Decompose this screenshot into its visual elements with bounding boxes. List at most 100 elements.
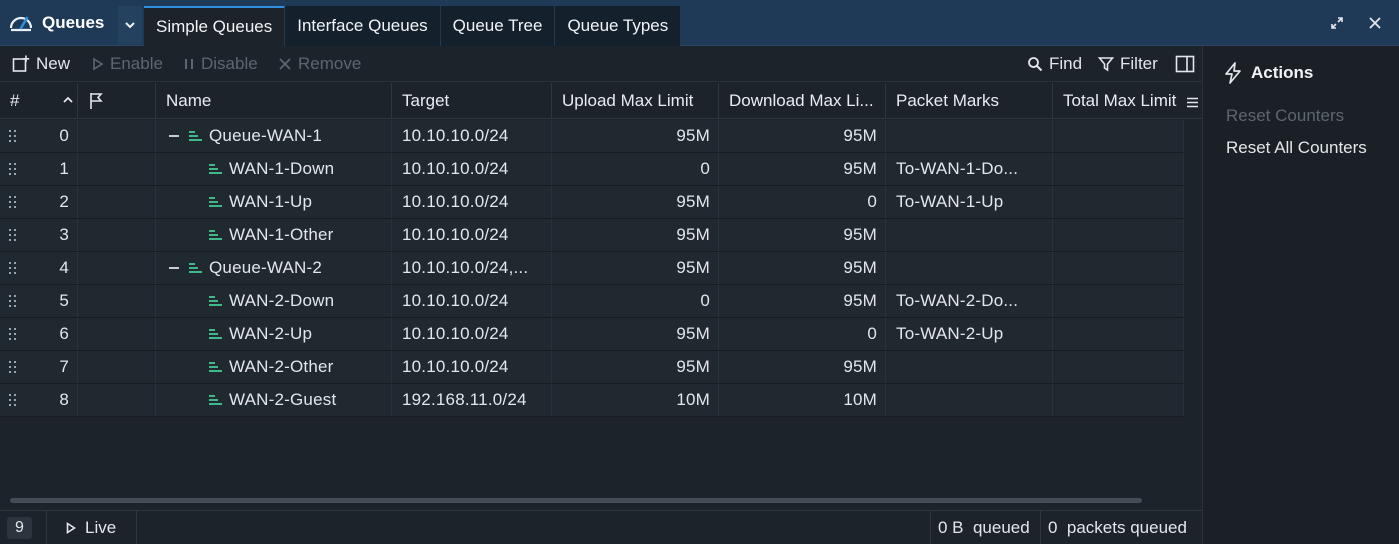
reset-all-counters-action[interactable]: Reset All Counters [1226,138,1367,158]
remove-button[interactable]: Remove [278,46,361,82]
packets-queued-text: 0 packets queued [1048,518,1187,537]
cell-flags [78,318,156,350]
cell-number: 8 [0,384,78,416]
cell-name: WAN-2-Down [156,285,392,317]
cell-target: 10.10.10.0/24 [392,219,552,251]
tab-simple-queues[interactable]: Simple Queues [144,6,286,46]
filter-button[interactable]: Filter [1098,46,1158,82]
queue-name: WAN-1-Down [229,159,335,178]
cell-upload-max-limit: 95M [552,219,719,251]
status-divider [1040,511,1041,544]
enable-button-label: Enable [110,54,163,73]
reset-counters-action[interactable]: Reset Counters [1226,106,1344,126]
queue-icon [189,130,202,142]
cell-packet-marks [886,351,1053,383]
restore-window-icon[interactable] [1328,14,1346,32]
cell-download-max-limit: 95M [719,153,886,185]
table-row[interactable]: 8 WAN-2-Guest 192.168.11.0/24 10M 10M [0,384,1184,417]
cell-number: 5 [0,285,78,317]
cell-name: WAN-1-Down [156,153,392,185]
cell-upload-max-limit: 95M [552,318,719,350]
column-menu-icon[interactable] [1186,94,1199,108]
table-row[interactable]: 1 WAN-1-Down 10.10.10.0/24 0 95M To-WAN-1-Do.… [0,153,1184,186]
collapse-icon[interactable] [169,135,179,137]
cell-flags [78,186,156,218]
column-header-number[interactable]: # [0,83,78,119]
close-icon[interactable] [1366,14,1384,32]
cell-flags [78,351,156,383]
collapse-icon[interactable] [169,267,179,269]
remove-button-label: Remove [298,54,362,73]
cell-total-max-limit [1053,252,1184,284]
cell-flags [78,219,156,251]
cell-packet-marks [886,120,1053,152]
column-header-packet-marks[interactable]: Packet Marks [886,83,1053,119]
menu-dropdown-button[interactable] [118,6,142,44]
disable-button[interactable]: Disable [183,46,258,82]
column-header-target[interactable]: Target [392,83,552,119]
column-header-name[interactable]: Name [156,83,392,119]
queue-name: Queue-WAN-2 [209,258,323,277]
cell-flags [78,384,156,416]
enable-button[interactable]: Enable [92,46,163,82]
item-count-badge: 9 [7,517,32,539]
column-header-total-max-limit[interactable]: Total Max Limit [1053,83,1185,119]
lightning-icon [1225,62,1241,84]
new-button-label: New [36,54,71,73]
cell-upload-max-limit: 0 [552,285,719,317]
cell-download-max-limit: 0 [719,318,886,350]
cell-number: 3 [0,219,78,251]
table-row[interactable]: 2 WAN-1-Up 10.10.10.0/24 95M 0 To-WAN-1-Up [0,186,1184,219]
column-header-download-max-limit[interactable]: Download Max Li... [719,83,886,119]
horizontal-scrollbar[interactable] [10,498,1142,503]
cell-packet-marks [886,252,1053,284]
tab-queue-tree[interactable]: Queue Tree [440,6,556,46]
filter-icon [1098,57,1114,72]
cell-target: 10.10.10.0/24 [392,120,552,152]
live-button[interactable]: Live [66,511,116,544]
cell-upload-max-limit: 95M [552,120,719,152]
queue-name: WAN-2-Up [229,324,313,343]
chevron-down-icon [125,22,135,29]
cell-total-max-limit [1053,384,1184,416]
cell-packet-marks [886,219,1053,251]
find-button[interactable]: Find [1027,46,1082,82]
cell-download-max-limit: 0 [719,186,886,218]
cell-total-max-limit [1053,351,1184,383]
x-icon [279,58,291,70]
cell-target: 10.10.10.0/24 [392,153,552,185]
table-row[interactable]: 5 WAN-2-Down 10.10.10.0/24 0 95M To-WAN-2-Do.… [0,285,1184,318]
queue-icon [189,262,202,274]
disable-button-label: Disable [201,54,258,73]
cell-number: 7 [0,351,78,383]
cell-name: WAN-2-Guest [156,384,392,416]
table-row[interactable]: 4 Queue-WAN-2 10.10.10.0/24,... 95M 95M [0,252,1184,285]
table-row[interactable]: 3 WAN-1-Other 10.10.10.0/24 95M 95M [0,219,1184,252]
queue-name: WAN-2-Other [229,357,334,376]
queue-icon [209,163,222,175]
cell-target: 10.10.10.0/24 [392,318,552,350]
column-header-flags[interactable] [78,83,156,119]
tab-interface-queues[interactable]: Interface Queues [285,6,441,46]
queue-name: Queue-WAN-1 [209,126,323,145]
table-row[interactable]: 6 WAN-2-Up 10.10.10.0/24 95M 0 To-WAN-2-Up [0,318,1184,351]
cell-name: Queue-WAN-1 [156,120,392,152]
cell-download-max-limit: 95M [719,351,886,383]
cell-number: 2 [0,186,78,218]
cell-packet-marks: To-WAN-2-Up [886,318,1053,350]
cell-total-max-limit [1053,285,1184,317]
toggle-sidebar-button[interactable] [1175,46,1195,82]
new-button[interactable]: New [12,46,70,82]
cell-name: WAN-1-Other [156,219,392,251]
table-row[interactable]: 7 WAN-2-Other 10.10.10.0/24 95M 95M [0,351,1184,384]
cell-flags [78,252,156,284]
queue-name: WAN-2-Down [229,291,335,310]
cell-number: 0 [0,120,78,152]
cell-number: 4 [0,252,78,284]
tab-queue-types[interactable]: Queue Types [555,6,682,46]
column-header-upload-max-limit[interactable]: Upload Max Limit [552,83,719,119]
cell-upload-max-limit: 10M [552,384,719,416]
title-bar: Queues Simple Queues Interface Queues Qu… [0,0,1399,46]
table-row[interactable]: 0 Queue-WAN-1 10.10.10.0/24 95M 95M [0,120,1184,153]
cell-packet-marks: To-WAN-1-Up [886,186,1053,218]
